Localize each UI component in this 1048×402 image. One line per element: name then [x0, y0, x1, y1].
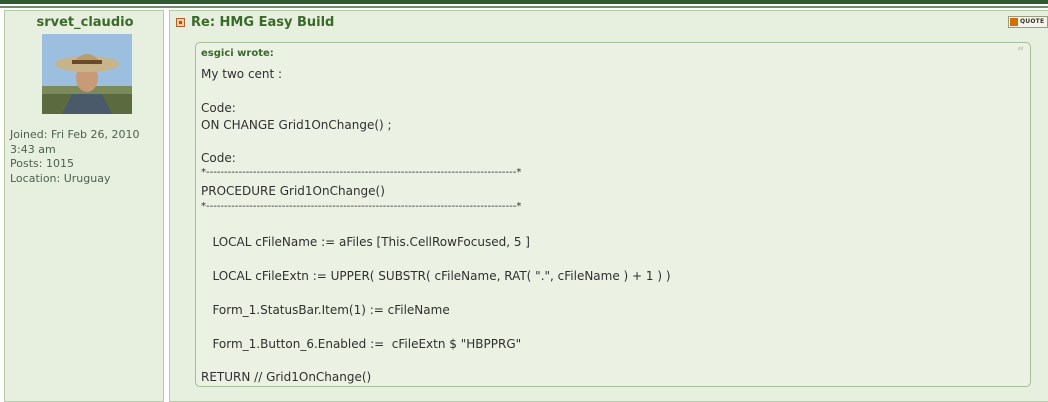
quote-icon — [1010, 18, 1018, 26]
avatar-image — [42, 34, 132, 114]
location: Location: Uruguay — [10, 171, 111, 185]
post-icon — [176, 18, 185, 27]
code-line: LOCAL cFileExtn := UPPER( SUBSTR( cFileN… — [201, 269, 671, 283]
profile-details: Joined: Fri Feb 26, 2010 3:43 am Posts: … — [10, 128, 140, 186]
joined-date-line2: 3:43 am — [10, 142, 56, 156]
post-count: Posts: 1015 — [10, 157, 74, 170]
quote-mark-icon: “ — [1016, 45, 1024, 61]
post-body: Re: HMG Easy Build QUOTE “ esgici wrote:… — [169, 10, 1048, 402]
top-border-secondary — [0, 6, 1048, 8]
joined-date-line1: Joined: Fri Feb 26, 2010 — [10, 128, 140, 141]
quote-block: “ esgici wrote: My two cent : Code: ON C… — [195, 42, 1031, 387]
code-line: Form_1.Button_6.Enabled := cFileExtn $ "… — [201, 337, 522, 351]
code-label: Code: — [201, 101, 236, 115]
code-line: *---------------------------------------… — [201, 201, 522, 212]
code-line: PROCEDURE Grid1OnChange() — [201, 184, 385, 198]
code-line: *---------------------------------------… — [201, 167, 522, 178]
code-line: LOCAL cFileName := aFiles [This.CellRowF… — [201, 235, 530, 249]
quote-line: My two cent : — [201, 67, 283, 81]
post-title[interactable]: Re: HMG Easy Build — [191, 15, 334, 30]
code-label: Code: — [201, 151, 236, 165]
code-line: ON CHANGE Grid1OnChange() ; — [201, 118, 392, 132]
quote-button[interactable]: QUOTE — [1008, 16, 1048, 28]
code-line: RETURN // Grid1OnChange() — [201, 370, 372, 384]
avatar[interactable] — [42, 34, 132, 114]
quote-button-label: QUOTE — [1020, 18, 1045, 25]
post-profile: srvet_claudio Joined: Fri Feb 26, 2010 3… — [4, 10, 164, 402]
top-border — [0, 0, 1048, 4]
code-line: Form_1.StatusBar.Item(1) := cFileName — [201, 303, 450, 317]
post-row: srvet_claudio Joined: Fri Feb 26, 2010 3… — [0, 10, 1048, 402]
quote-author: esgici wrote: — [201, 48, 274, 59]
username-link[interactable]: srvet_claudio — [5, 15, 165, 30]
